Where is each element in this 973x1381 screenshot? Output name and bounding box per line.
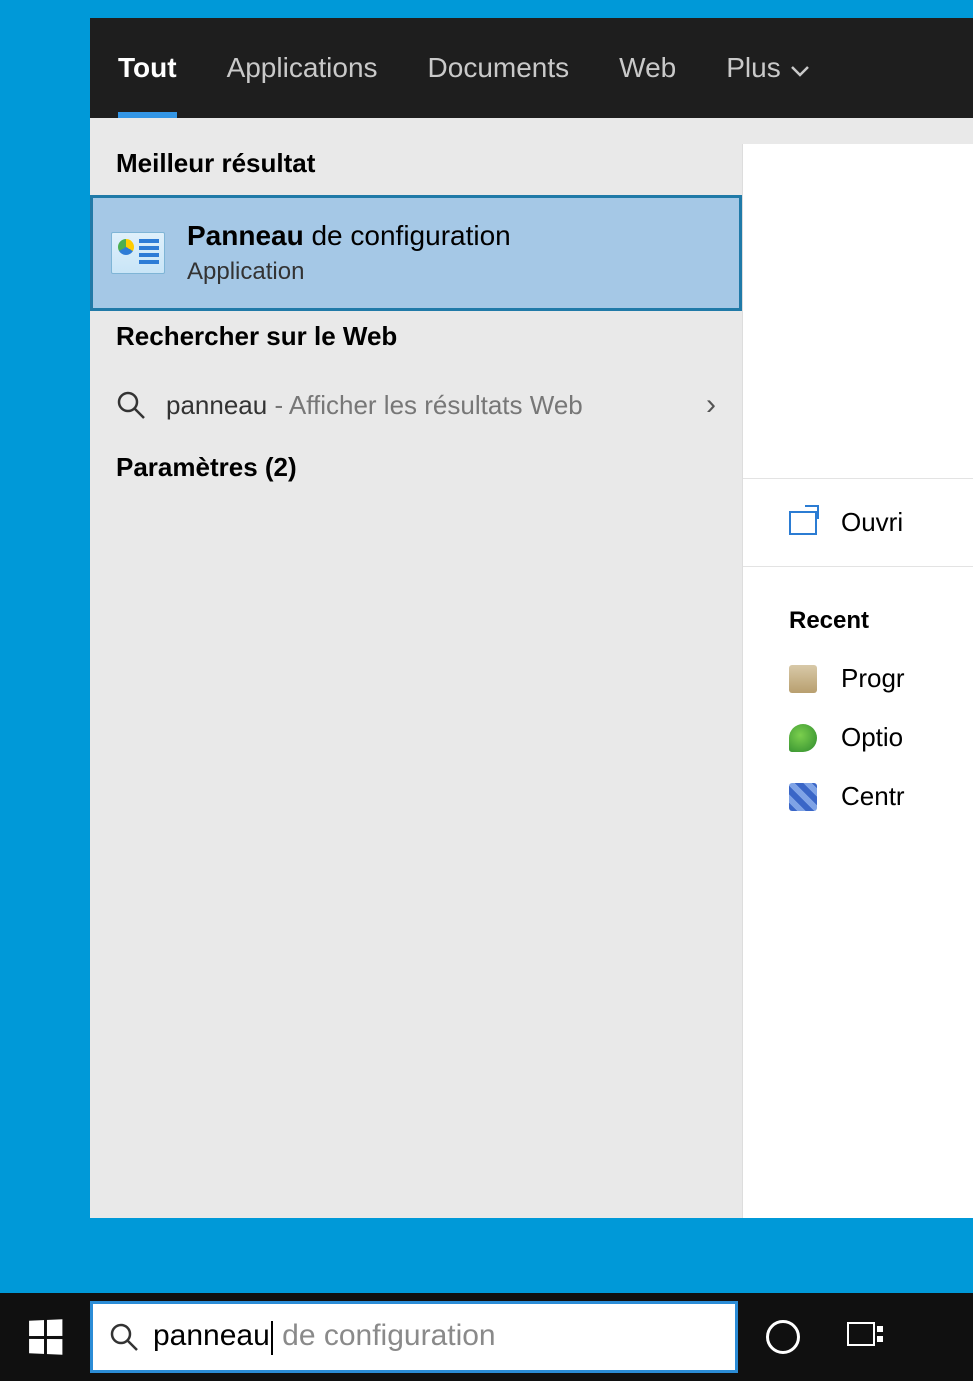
results-column: Meilleur résultat Panneau de configurati… (90, 118, 742, 1218)
chevron-down-icon (791, 52, 809, 84)
recent-label-2: Centr (841, 781, 905, 812)
detail-column: Ouvri Recent Progr Optio Centr (742, 144, 973, 1218)
web-search-heading: Rechercher sur le Web (90, 311, 742, 368)
open-action[interactable]: Ouvri (743, 479, 973, 567)
tab-applications[interactable]: Applications (227, 18, 378, 118)
taskbar: panneau de configuration (0, 1293, 973, 1381)
web-search-query: panneau (166, 390, 267, 420)
recent-item-center[interactable]: Centr (743, 767, 973, 826)
task-view-icon (847, 1322, 883, 1352)
recent-item-programs[interactable]: Progr (743, 649, 973, 708)
chevron-right-icon: › (706, 388, 716, 422)
text-caret (271, 1321, 273, 1355)
web-search-suffix: - Afficher les résultats Web (267, 390, 583, 420)
recent-label-1: Optio (841, 722, 903, 753)
settings-heading[interactable]: Paramètres (2) (90, 442, 742, 499)
cortana-button[interactable] (756, 1293, 810, 1381)
control-panel-icon (111, 232, 165, 274)
open-label: Ouvri (841, 507, 903, 538)
best-result-subtitle: Application (187, 258, 511, 286)
center-icon (789, 783, 817, 811)
recent-label-0: Progr (841, 663, 905, 694)
tab-all[interactable]: Tout (118, 18, 177, 118)
open-icon (789, 511, 817, 535)
web-search-item[interactable]: panneau - Afficher les résultats Web › (90, 368, 742, 442)
search-input-text: panneau de configuration (153, 1319, 496, 1354)
programs-icon (789, 665, 817, 693)
web-search-text: panneau - Afficher les résultats Web (166, 390, 686, 421)
taskbar-search-box[interactable]: panneau de configuration (90, 1301, 738, 1373)
recent-item-options[interactable]: Optio (743, 708, 973, 767)
search-icon (109, 1322, 139, 1352)
best-result-title-bold: Panneau (187, 220, 304, 251)
search-typed: panneau (153, 1319, 270, 1352)
task-view-button[interactable] (838, 1293, 892, 1381)
best-result-title: Panneau de configuration (187, 220, 511, 252)
search-tabs: Tout Applications Documents Web Plus (90, 18, 973, 118)
start-button[interactable] (0, 1293, 90, 1381)
best-result-heading: Meilleur résultat (90, 138, 742, 195)
tab-web[interactable]: Web (619, 18, 676, 118)
best-result-title-rest: de configuration (304, 220, 511, 251)
windows-logo-icon (29, 1319, 62, 1355)
taskbar-icons (756, 1293, 892, 1381)
search-content: Meilleur résultat Panneau de configurati… (90, 118, 973, 1218)
search-hint: de configuration (274, 1319, 496, 1352)
tab-documents[interactable]: Documents (428, 18, 570, 118)
detail-preview-area (743, 144, 973, 479)
best-result-text: Panneau de configuration Application (187, 220, 511, 286)
cortana-icon (766, 1320, 800, 1354)
options-icon (789, 724, 817, 752)
tab-more-label: Plus (726, 52, 780, 84)
recent-heading: Recent (743, 567, 973, 649)
start-search-panel: Tout Applications Documents Web Plus Mei… (90, 18, 973, 1218)
best-result-item[interactable]: Panneau de configuration Application (90, 195, 742, 311)
tab-more[interactable]: Plus (726, 18, 808, 118)
search-icon (116, 390, 146, 420)
